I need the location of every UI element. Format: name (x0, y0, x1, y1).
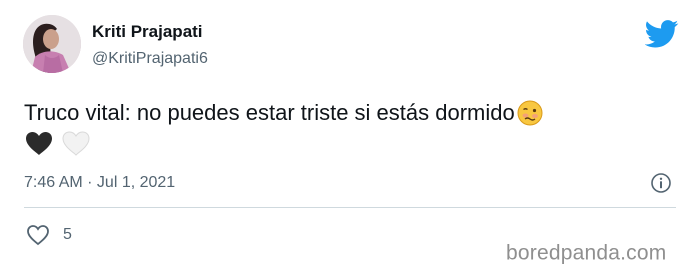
like-count: 5 (63, 226, 72, 243)
divider (24, 207, 676, 208)
user-handle[interactable]: @KritiPrajapati6 (92, 50, 208, 68)
tweet-text-content: Truco vital: no puedes estar triste si e… (24, 100, 515, 125)
watermark: boredpanda.com (506, 241, 667, 265)
white-heart-emoji (62, 131, 90, 156)
tweet-card: Kriti Prajapati @KritiPrajapati6 Truco v… (0, 0, 700, 265)
tweet-timestamp[interactable]: 7:46 AM · Jul 1, 2021 (24, 174, 175, 192)
hearts-row (24, 130, 94, 158)
info-icon[interactable] (650, 172, 672, 194)
display-name[interactable]: Kriti Prajapati (92, 22, 203, 42)
black-heart-emoji (26, 132, 52, 155)
twitter-bird-icon[interactable] (645, 20, 679, 48)
avatar[interactable] (23, 15, 81, 73)
avatar-image (23, 15, 81, 73)
tweet-text: Truco vital: no puedes estar triste si e… (24, 98, 543, 128)
woozy-face-emoji (517, 100, 543, 126)
heart-outline-icon[interactable] (26, 224, 50, 246)
